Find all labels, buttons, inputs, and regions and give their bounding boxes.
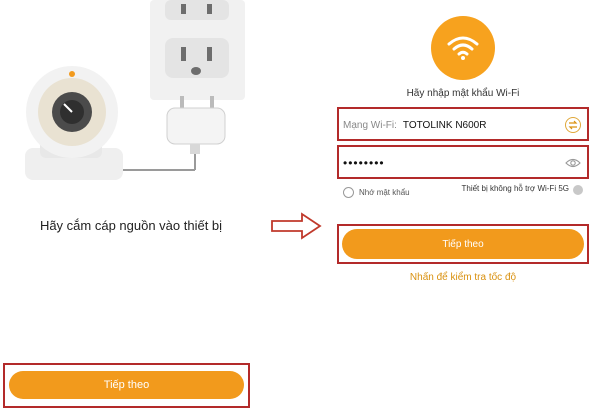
plug-in-instruction: Hãy cắm cáp nguồn vào thiết bị: [39, 218, 223, 233]
radio-icon[interactable]: [343, 187, 354, 198]
right-screen: Hãy nhập mật khẩu Wi-Fi Mạng Wi-Fi: TOTO…: [328, 0, 598, 419]
remember-password-option[interactable]: Nhớ mật khẩu: [343, 187, 410, 198]
ssid-label: Mạng Wi-Fi:: [343, 119, 397, 131]
password-value: ••••••••: [343, 156, 385, 170]
wifi-password-prompt: Hãy nhập mật khẩu Wi-Fi: [406, 88, 520, 99]
left-screen: Hãy cắm cáp nguồn vào thiết bị Tiếp theo: [0, 0, 262, 419]
info-icon[interactable]: [573, 185, 583, 195]
ssid-value: TOTOLINK N600R: [402, 119, 487, 131]
no-5g-note: Thiết bị không hỗ trợ Wi-Fi 5G: [457, 183, 583, 195]
speed-test-link[interactable]: Nhấn để kiểm tra tốc độ: [328, 272, 598, 283]
wifi-badge: [431, 16, 495, 80]
ssid-field[interactable]: Mạng Wi-Fi: TOTOLINK N600R: [343, 114, 581, 136]
next-button[interactable]: Tiếp theo: [342, 229, 584, 259]
swap-icon[interactable]: [565, 117, 581, 133]
no-5g-label: Thiết bị không hỗ trợ Wi-Fi 5G: [461, 184, 569, 193]
eye-icon[interactable]: [565, 157, 581, 169]
wifi-icon: [447, 36, 479, 60]
password-options: Nhớ mật khẩu Thiết bị không hỗ trợ Wi-Fi…: [343, 183, 583, 211]
password-field[interactable]: ••••••••: [343, 152, 581, 174]
remember-password-label: Nhớ mật khẩu: [359, 188, 410, 197]
next-button[interactable]: Tiếp theo: [9, 371, 244, 399]
arrow-right-icon: [271, 212, 322, 240]
camera-plug-illustration: [25, 0, 245, 180]
